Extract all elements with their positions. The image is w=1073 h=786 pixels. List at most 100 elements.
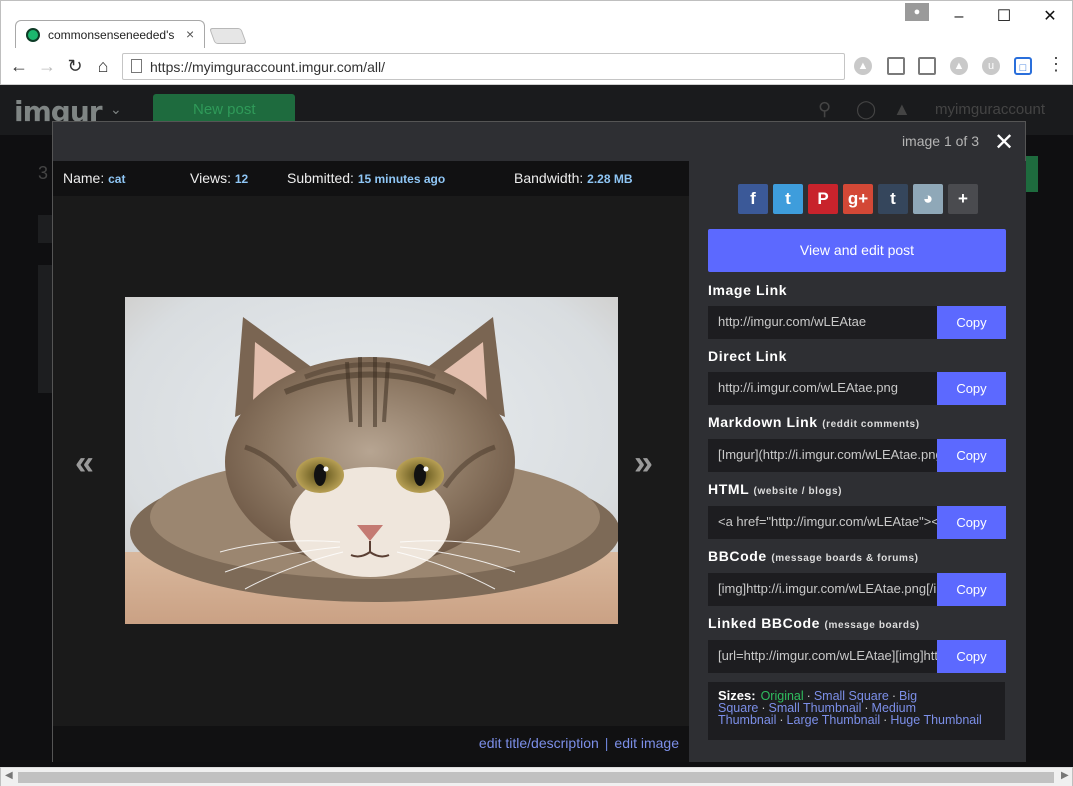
bbcode-label: BBCode (message boards & forums) bbox=[708, 548, 919, 564]
tab-close-icon[interactable]: × bbox=[186, 26, 194, 42]
more-icon[interactable]: + bbox=[948, 184, 978, 214]
reddit-icon[interactable]: ◕ bbox=[913, 184, 943, 214]
home-icon[interactable]: ⌂ bbox=[91, 54, 115, 78]
html-label: HTML (website / blogs) bbox=[708, 481, 842, 497]
size-huge-thumbnail-link[interactable]: Huge Thumbnail bbox=[890, 713, 982, 727]
image-link-field[interactable]: http://imgur.com/wLEAtae bbox=[708, 306, 937, 339]
sizes-box: Sizes: Original · Small Square · Big Square · S… bbox=[708, 682, 1005, 740]
googleplus-icon[interactable]: g+ bbox=[843, 184, 873, 214]
view-edit-post-button[interactable]: View and edit post bbox=[708, 229, 1006, 272]
chat-icon[interactable]: ◯ bbox=[856, 99, 876, 120]
tumblr-icon[interactable]: t bbox=[878, 184, 908, 214]
linked-bbcode-field[interactable]: [url=http://imgur.com/wLEAtae][img]http:… bbox=[708, 640, 937, 673]
image-actions-bar: edit title/description | edit image bbox=[53, 726, 689, 762]
copy-html-button[interactable]: Copy bbox=[937, 506, 1006, 539]
copy-direct-link-button[interactable]: Copy bbox=[937, 372, 1006, 405]
markdown-link-label: Markdown Link (reddit comments) bbox=[708, 414, 920, 430]
cast-icon[interactable] bbox=[887, 57, 905, 75]
browser-tab[interactable]: commonsenseneeded's × bbox=[15, 20, 205, 50]
edit-image-link[interactable]: edit image bbox=[614, 735, 679, 751]
linked-bbcode-title: Linked BBCode bbox=[708, 615, 821, 631]
copy-linked-bbcode-button[interactable]: Copy bbox=[937, 640, 1006, 673]
facebook-icon[interactable]: f bbox=[738, 184, 768, 214]
scrollbar-thumb[interactable] bbox=[18, 772, 1054, 783]
tab-icon[interactable]: □ bbox=[1014, 57, 1032, 75]
cat-photo[interactable] bbox=[125, 297, 618, 624]
bbcode-field[interactable]: [img]http://i.imgur.com/wLEAtae.png[/img… bbox=[708, 573, 937, 606]
bbcode-hint: (message boards & forums) bbox=[771, 553, 919, 564]
info-submitted: Submitted: 15 minutes ago bbox=[287, 170, 445, 186]
chevron-down-icon[interactable]: ⌄ bbox=[110, 101, 122, 118]
image-modal: image 1 of 3 ✕ Name: cat Views: 12 Submi… bbox=[52, 121, 1026, 762]
imgur-favicon-icon bbox=[26, 28, 40, 42]
views-label: Views: bbox=[190, 170, 231, 186]
image-actions: edit title/description | edit image bbox=[479, 735, 679, 751]
submitted-value: 15 minutes ago bbox=[357, 172, 446, 186]
new-tab-button[interactable] bbox=[209, 28, 247, 44]
copy-image-link-button[interactable]: Copy bbox=[937, 306, 1006, 339]
html-title: HTML bbox=[708, 481, 750, 497]
shield-icon[interactable]: u bbox=[982, 57, 1000, 75]
screen-icon[interactable] bbox=[918, 57, 936, 75]
bg-panel bbox=[38, 265, 52, 393]
edit-title-link[interactable]: edit title/description bbox=[479, 735, 599, 751]
share-pane: f t Pg+ t ◕ + View and edit post Image Link h… bbox=[689, 161, 1026, 762]
horizontal-scrollbar[interactable]: ◀ ▶ bbox=[0, 767, 1073, 786]
direct-link-title: Direct Link bbox=[708, 348, 787, 364]
html-field[interactable]: <a href="http://imgur.com/wLEAtae"><img … bbox=[708, 506, 937, 539]
next-arrow-icon[interactable]: » bbox=[634, 444, 653, 483]
bbcode-title: BBCode bbox=[708, 548, 767, 564]
back-arrow-icon[interactable]: ← bbox=[7, 54, 31, 78]
markdown-link-field[interactable]: [Imgur](http://i.imgur.com/wLEAtae.png) bbox=[708, 439, 937, 472]
forward-arrow-icon[interactable]: → bbox=[35, 54, 59, 78]
views-value: 12 bbox=[234, 172, 249, 186]
page-icon bbox=[131, 59, 142, 73]
bg-button bbox=[1026, 156, 1038, 192]
menu-dots-icon[interactable]: ⋮ bbox=[1047, 54, 1065, 75]
close-icon[interactable]: ✕ bbox=[992, 128, 1016, 157]
bandwidth-value: 2.28 MB bbox=[587, 172, 633, 186]
info-bandwidth: Bandwidth: 2.28 MB bbox=[514, 170, 633, 186]
direct-link-field[interactable]: http://i.imgur.com/wLEAtae.png bbox=[708, 372, 937, 405]
person-icon[interactable]: ● bbox=[905, 3, 929, 21]
image-viewer: « » bbox=[53, 196, 689, 726]
bg-count: 3 bbox=[38, 163, 49, 183]
markdown-link-hint: (reddit comments) bbox=[822, 419, 920, 430]
reload-icon[interactable]: ↻ bbox=[63, 54, 87, 78]
pin-icon[interactable]: ▲ bbox=[950, 57, 968, 75]
submitted-label: Submitted: bbox=[287, 170, 354, 186]
bell-icon[interactable]: ▲ bbox=[893, 99, 911, 120]
scroll-left-icon[interactable]: ◀ bbox=[5, 770, 13, 781]
browser-toolbar: ← → ↻ ⌂ https://myimguraccount.imgur.com… bbox=[0, 48, 1073, 85]
linked-bbcode-label: Linked BBCode (message boards) bbox=[708, 615, 920, 631]
twitter-icon[interactable]: t bbox=[773, 184, 803, 214]
markdown-link-title: Markdown Link bbox=[708, 414, 818, 430]
info-bar: Name: cat Views: 12 Submitted: 15 minute… bbox=[53, 161, 689, 196]
username[interactable]: myimguraccount bbox=[935, 101, 1045, 118]
image-link-title: Image Link bbox=[708, 282, 788, 298]
image-link-label: Image Link bbox=[708, 282, 787, 298]
scroll-right-icon[interactable]: ▶ bbox=[1061, 770, 1069, 781]
search-icon[interactable]: ⚲ bbox=[818, 99, 831, 120]
name-value: cat bbox=[108, 172, 126, 186]
prev-arrow-icon[interactable]: « bbox=[75, 444, 94, 483]
image-counter: image 1 of 3 bbox=[901, 133, 979, 149]
maximize-button[interactable]: ☐ bbox=[989, 5, 1019, 29]
direct-link-label: Direct Link bbox=[708, 348, 787, 364]
minimize-button[interactable]: – bbox=[944, 5, 974, 29]
url-text[interactable]: https://myimguraccount.imgur.com/all/ bbox=[150, 59, 385, 75]
html-hint: (website / blogs) bbox=[753, 486, 843, 497]
info-name: Name: cat bbox=[63, 170, 125, 186]
info-views: Views: 12 bbox=[190, 170, 248, 186]
drive-icon[interactable]: ▲ bbox=[854, 57, 872, 75]
pinterest-icon[interactable]: P bbox=[808, 184, 838, 214]
browser-titlebar: commonsenseneeded's × ● – ☐ ✕ bbox=[0, 0, 1073, 50]
copy-bbcode-button[interactable]: Copy bbox=[937, 573, 1006, 606]
address-bar[interactable]: https://myimguraccount.imgur.com/all/ bbox=[122, 53, 845, 80]
size-large-thumbnail-link[interactable]: Large Thumbnail bbox=[787, 713, 881, 727]
close-window-button[interactable]: ✕ bbox=[1035, 5, 1065, 29]
separator: · bbox=[883, 713, 888, 727]
copy-markdown-link-button[interactable]: Copy bbox=[937, 439, 1006, 472]
bandwidth-label: Bandwidth: bbox=[514, 170, 584, 186]
image-pane: Name: cat Views: 12 Submitted: 15 minute… bbox=[53, 161, 689, 762]
